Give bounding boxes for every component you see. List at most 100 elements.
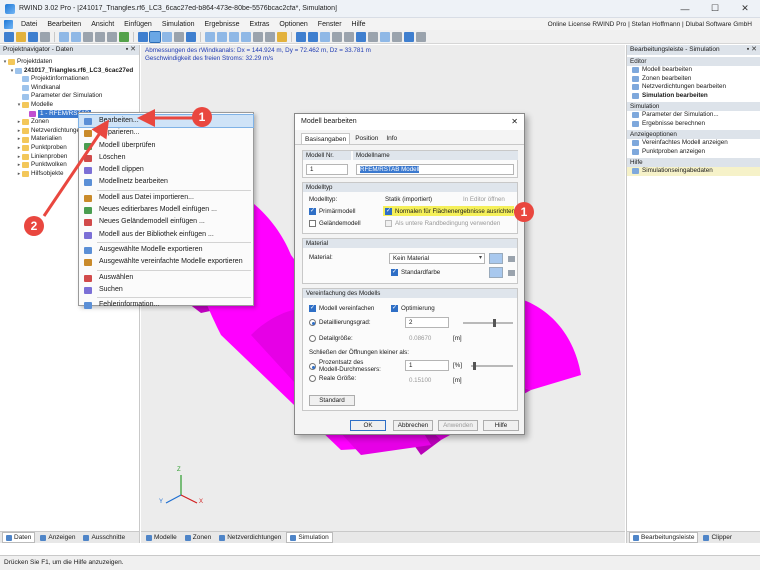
menu-datei[interactable]: Datei: [16, 21, 42, 28]
screenshot-icon[interactable]: [392, 31, 402, 42]
select-icon[interactable]: [149, 30, 161, 43]
color-picker-icon[interactable]: [508, 270, 515, 276]
measure-icon[interactable]: [368, 31, 378, 42]
align-normals-checkbox[interactable]: ✓: [385, 208, 392, 215]
view-iso-icon[interactable]: [205, 31, 215, 42]
context-menu-item[interactable]: Modell aus der Bibliothek einfügen ...: [79, 229, 253, 241]
menu-ansicht[interactable]: Ansicht: [86, 21, 119, 28]
rotate-icon[interactable]: [186, 31, 196, 42]
context-menu-item[interactable]: Auswählen: [79, 272, 253, 284]
default-button[interactable]: Standard: [309, 395, 355, 406]
lower-boundary-checkbox[interactable]: [385, 220, 392, 227]
new-icon[interactable]: [4, 31, 14, 42]
tab-modelle[interactable]: Modelle: [143, 533, 180, 542]
panel-pin-close-icon[interactable]: ▪ ✕: [126, 45, 139, 55]
menu-optionen[interactable]: Optionen: [274, 21, 312, 28]
help-icon[interactable]: [416, 31, 426, 42]
menu-simulation[interactable]: Simulation: [157, 21, 200, 28]
app-menu-icon[interactable]: [4, 19, 13, 29]
tab-ausschnitte[interactable]: Ausschnitte: [80, 533, 128, 542]
view-top-icon[interactable]: [229, 31, 239, 42]
ok-button[interactable]: OK: [350, 420, 386, 431]
terrain-model-checkbox[interactable]: [309, 220, 316, 227]
clipper-icon[interactable]: [332, 31, 342, 42]
optimization-checkbox[interactable]: ✓: [391, 305, 398, 312]
model-nr-field[interactable]: 1: [306, 164, 348, 175]
simplify-model-checkbox[interactable]: ✓: [309, 305, 316, 312]
zoom-icon[interactable]: [162, 31, 172, 42]
context-menu-item[interactable]: Löschen: [79, 152, 253, 164]
close-window-button[interactable]: ✕: [730, 0, 760, 18]
print-icon[interactable]: [40, 31, 50, 42]
streamlines-icon[interactable]: [308, 31, 318, 42]
model-name-field[interactable]: RFEM/RSTAB Modell: [356, 164, 514, 175]
section-header[interactable]: Hilfe: [627, 158, 760, 167]
color-swatch-2[interactable]: [489, 267, 503, 278]
primary-model-checkbox[interactable]: ✓: [309, 208, 316, 215]
context-menu-item[interactable]: Fehlerinformation...: [79, 299, 253, 311]
save-icon[interactable]: [28, 31, 38, 42]
tab-daten[interactable]: Daten: [2, 532, 36, 543]
context-menu-item[interactable]: Neues Geländemodell einfügen ...: [79, 216, 253, 228]
tab-info[interactable]: Info: [383, 133, 400, 144]
legend-icon[interactable]: [380, 31, 390, 42]
context-menu-item[interactable]: Reparieren...: [79, 127, 253, 139]
edit-panel-pin-close-icon[interactable]: ▪ ✕: [747, 45, 760, 55]
edit-panel-item[interactable]: Parameter der Simulation...: [627, 111, 760, 120]
percent-slider-thumb[interactable]: [473, 362, 476, 370]
edit-panel-item[interactable]: Netzverdichtungen bearbeiten: [627, 83, 760, 92]
context-menu-item[interactable]: Modell überprüfen: [79, 140, 253, 152]
lighting-icon[interactable]: [277, 31, 287, 42]
tab-position[interactable]: Position: [352, 133, 381, 144]
detail-level-field[interactable]: 2: [405, 317, 449, 328]
section-header[interactable]: Simulation: [627, 102, 760, 111]
context-menu-item[interactable]: Modell aus Datei importieren...: [79, 192, 253, 204]
pan-icon[interactable]: [174, 31, 184, 42]
tab-basisangaben[interactable]: Basisangaben: [301, 133, 351, 144]
context-menu-item[interactable]: Neues editierbares Modell einfügen ...: [79, 204, 253, 216]
menu-hilfe[interactable]: Hilfe: [347, 21, 371, 28]
real-size-radio[interactable]: [309, 375, 316, 382]
edit-panel-item[interactable]: Vereinfachtes Modell anzeigen: [627, 139, 760, 148]
tree-item[interactable]: ▾ Projektdaten: [2, 58, 137, 67]
results-icon[interactable]: [296, 31, 306, 42]
animation-icon[interactable]: [404, 31, 414, 42]
tree-item[interactable]: ▾ 241017_Triangles.rf6_LC3_6cac27ed: [2, 67, 137, 76]
detail-size-radio[interactable]: [309, 335, 316, 342]
view-side-icon[interactable]: [241, 31, 251, 42]
edit-panel-item[interactable]: Zonen bearbeiten: [627, 75, 760, 84]
render-icon[interactable]: [253, 31, 263, 42]
cancel-button[interactable]: Abbrechen: [393, 420, 433, 431]
paste-icon[interactable]: [107, 31, 117, 42]
copy-icon[interactable]: [95, 31, 105, 42]
menu-ergebnisse[interactable]: Ergebnisse: [200, 21, 245, 28]
edit-panel-item[interactable]: Punktproben anzeigen: [627, 148, 760, 157]
view-icon[interactable]: [138, 31, 148, 42]
percent-slider[interactable]: [471, 362, 513, 370]
tab-anzeigen[interactable]: Anzeigen: [37, 533, 78, 542]
wireframe-icon[interactable]: [265, 31, 275, 42]
percent-diameter-radio[interactable]: [309, 363, 316, 370]
dialog-close-button[interactable]: ✕: [511, 114, 518, 130]
tab-zonen[interactable]: Zonen: [182, 533, 214, 542]
tab-clipper[interactable]: Clipper: [700, 533, 735, 542]
percent-diameter-field[interactable]: 1: [405, 360, 449, 371]
context-menu-item[interactable]: Suchen: [79, 284, 253, 296]
tab-bearbeitungsleiste[interactable]: Bearbeitungsleiste: [629, 532, 699, 543]
edit-panel-item[interactable]: Simulationseingabedaten: [627, 167, 760, 176]
edit-panel-item[interactable]: Ergebnisse berechnen: [627, 120, 760, 129]
open-icon[interactable]: [16, 31, 26, 42]
tree-item[interactable]: Projektinformationen: [2, 75, 137, 84]
section-header[interactable]: Anzeigeoptionen: [627, 130, 760, 139]
menu-extras[interactable]: Extras: [245, 21, 275, 28]
context-menu-item[interactable]: Bearbeiten...: [78, 113, 254, 129]
undo-icon[interactable]: [59, 31, 69, 42]
detail-level-slider-thumb[interactable]: [493, 319, 496, 327]
redo-icon[interactable]: [71, 31, 81, 42]
view-front-icon[interactable]: [217, 31, 227, 42]
tab-netzverdichtungen[interactable]: Netzverdichtungen: [216, 533, 284, 542]
help-button[interactable]: Hilfe: [483, 420, 519, 431]
detail-level-radio[interactable]: [309, 319, 316, 326]
detail-level-slider[interactable]: [463, 319, 513, 327]
menu-fenster[interactable]: Fenster: [313, 21, 347, 28]
